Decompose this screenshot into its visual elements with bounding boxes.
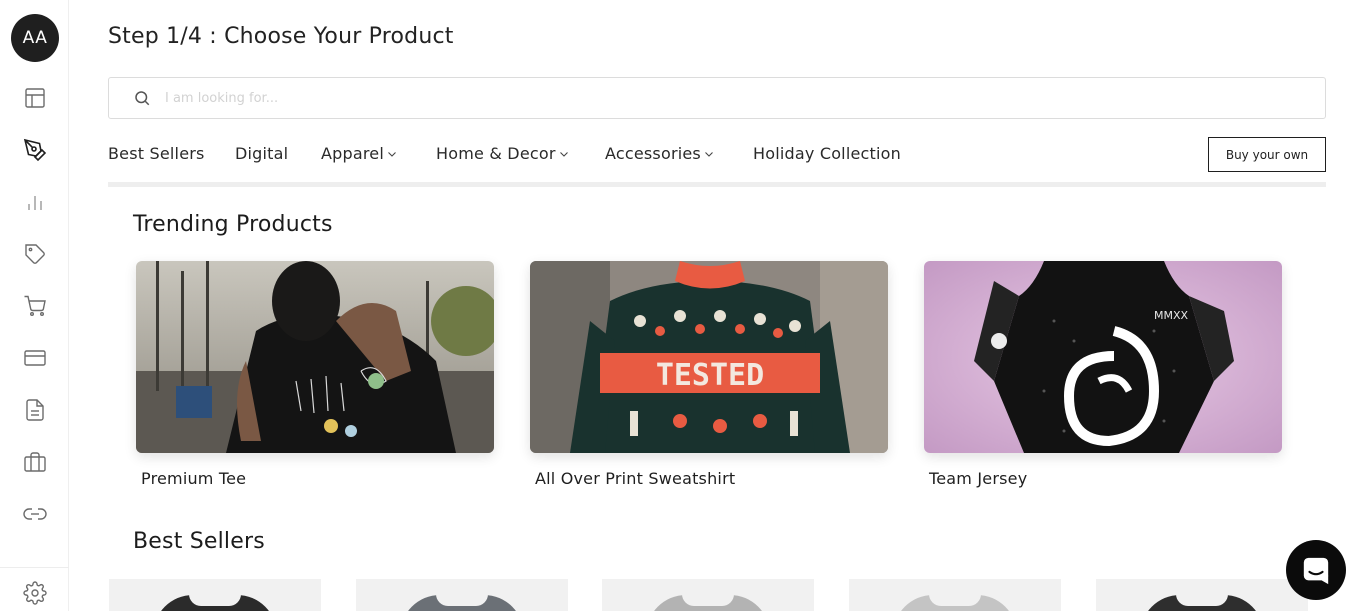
- product-image[interactable]: TESTED: [530, 261, 888, 453]
- shirt-collar: [929, 594, 981, 606]
- best-seller-card[interactable]: [356, 579, 568, 611]
- nav-item-label: Best Sellers: [108, 144, 205, 163]
- nav-item-label: Digital: [235, 144, 289, 163]
- nav-item-holiday-collection[interactable]: Holiday Collection: [753, 144, 901, 163]
- chevron-down-icon: [388, 152, 396, 157]
- chat-icon: [1303, 557, 1329, 585]
- category-nav: Best Sellers Digital Apparel Home & Deco…: [108, 137, 1326, 172]
- document-icon[interactable]: [22, 397, 48, 423]
- best-seller-card[interactable]: [849, 579, 1061, 611]
- product-image[interactable]: MMXX: [924, 261, 1282, 453]
- product-card-team-jersey[interactable]: MMXX Team Jersey: [924, 261, 1282, 488]
- buy-your-own-button[interactable]: Buy your own: [1208, 137, 1326, 172]
- sidebar: AA: [0, 0, 69, 611]
- nav-underline: [108, 182, 1326, 187]
- pen-tool-icon[interactable]: [22, 137, 48, 163]
- search-bar: [108, 77, 1326, 119]
- nav-item-label: Apparel: [321, 144, 384, 163]
- shirt-collar: [1176, 594, 1228, 606]
- link-icon[interactable]: [22, 501, 48, 527]
- search-input[interactable]: [165, 86, 1305, 110]
- credit-card-icon[interactable]: [22, 345, 48, 371]
- shirt-collar: [682, 594, 734, 606]
- gear-icon[interactable]: [22, 580, 48, 606]
- product-name[interactable]: Team Jersey: [929, 469, 1027, 488]
- chat-launcher-button[interactable]: [1286, 540, 1346, 600]
- search-icon: [135, 91, 150, 106]
- best-seller-card[interactable]: [109, 579, 321, 611]
- avatar[interactable]: AA: [11, 14, 59, 62]
- nav-item-label: Holiday Collection: [753, 144, 901, 163]
- best-seller-card[interactable]: [602, 579, 814, 611]
- product-image[interactable]: [136, 261, 494, 453]
- nav-item-label: Accessories: [605, 144, 701, 163]
- bar-chart-icon[interactable]: [22, 189, 48, 215]
- jersey-text: MMXX: [1154, 309, 1189, 322]
- chevron-down-icon: [705, 152, 713, 157]
- page-title: Step 1/4 : Choose Your Product: [108, 24, 454, 49]
- product-card-all-over-print-sweatshirt[interactable]: TESTED All Over Print Sweatshirt: [530, 261, 888, 488]
- nav-item-best-sellers[interactable]: Best Sellers: [108, 144, 205, 163]
- layout-icon[interactable]: [22, 85, 48, 111]
- product-name[interactable]: Premium Tee: [141, 469, 246, 488]
- cart-icon[interactable]: [22, 293, 48, 319]
- sweater-text: TESTED: [656, 358, 764, 393]
- chevron-down-icon: [559, 152, 568, 157]
- nav-item-apparel[interactable]: Apparel: [321, 144, 397, 163]
- nav-item-accessories[interactable]: Accessories: [605, 144, 714, 163]
- sidebar-divider: [0, 567, 69, 568]
- best-seller-card[interactable]: [1096, 579, 1308, 611]
- shirt-collar: [189, 594, 241, 606]
- shirt-collar: [436, 594, 488, 606]
- trending-products-title: Trending Products: [133, 212, 333, 237]
- product-card-premium-tee[interactable]: Premium Tee: [136, 261, 494, 488]
- nav-item-digital[interactable]: Digital: [235, 144, 288, 163]
- product-name[interactable]: All Over Print Sweatshirt: [535, 469, 735, 488]
- tag-icon[interactable]: [22, 241, 48, 267]
- best-sellers-title: Best Sellers: [133, 529, 265, 554]
- briefcase-icon[interactable]: [22, 449, 48, 475]
- nav-item-label: Home & Decor: [436, 144, 556, 163]
- nav-item-home-decor[interactable]: Home & Decor: [436, 144, 569, 163]
